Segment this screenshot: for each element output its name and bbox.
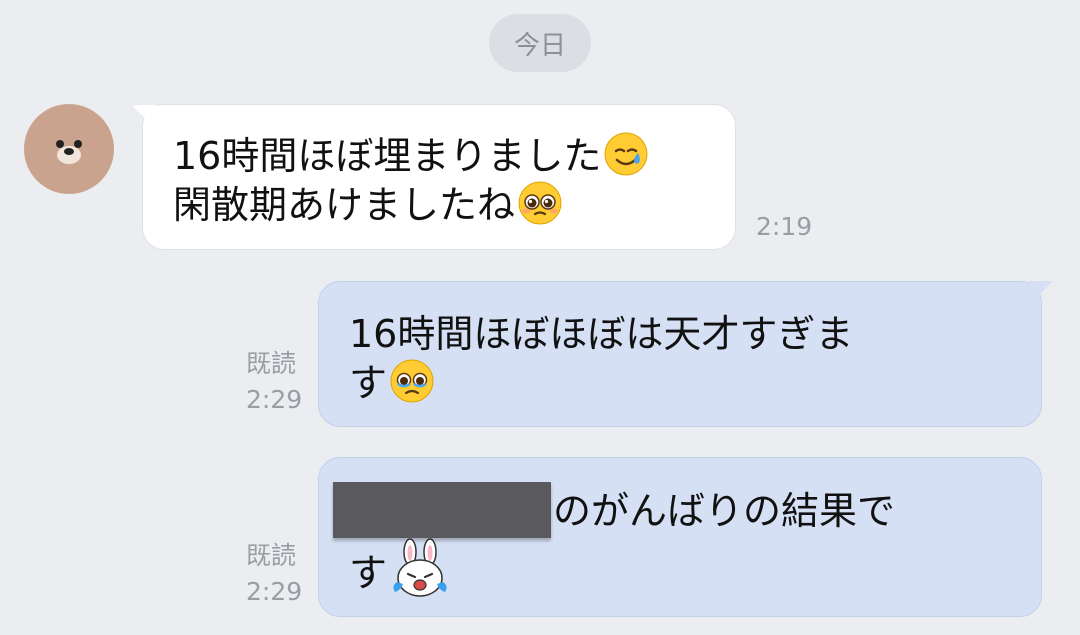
message-text: 16時間ほぼほぼは天才すぎま [349,312,854,356]
date-label: 今日 [513,30,566,61]
message-text: す [349,361,388,405]
message-line: 閑散期あけましたね [173,180,705,229]
message-text: 16時間ほぼ埋まりました [173,134,602,178]
redaction-box [333,482,551,538]
message-meta: 既読 2:29 [246,346,310,418]
read-receipt: 既読 [246,349,297,378]
message-text: 閑散期あけましたね [173,183,516,227]
message-timestamp: 2:29 [246,385,303,414]
message-text: のがんばりの結果で [553,489,896,533]
avatar[interactable] [24,104,114,194]
message-bubble-outgoing[interactable]: 16時間ほぼほぼは天才すぎま す [318,281,1042,427]
message-timestamp: 2:19 [756,212,813,241]
face-holding-back-tears-icon [390,359,434,403]
message-line: 16時間ほぼ埋まりました [173,131,705,180]
message-line: 16時間ほぼほぼは天才すぎま [349,310,1011,358]
read-receipt: 既読 [246,541,297,570]
date-separator: 今日 [489,14,591,72]
avatar-right-eye [74,140,82,148]
pleading-face-icon [518,181,562,225]
message-line: のがんばりの結果で [333,482,1011,538]
message-text: す [349,551,388,595]
message-meta: 既読 2:29 [246,538,310,610]
avatar-left-eye [56,140,64,148]
message-bubble-outgoing[interactable]: のがんばりの結果で す [318,457,1042,617]
smiling-face-with-tear-icon [604,132,648,176]
message-bubble-incoming[interactable]: 16時間ほぼ埋まりました 閑散期あけましたね [142,104,736,250]
message-line: す [349,358,1011,407]
crying-bunny-icon [393,538,447,597]
message-timestamp: 2:29 [246,577,303,606]
message-line: す [349,538,1011,600]
avatar-nose [64,148,74,155]
